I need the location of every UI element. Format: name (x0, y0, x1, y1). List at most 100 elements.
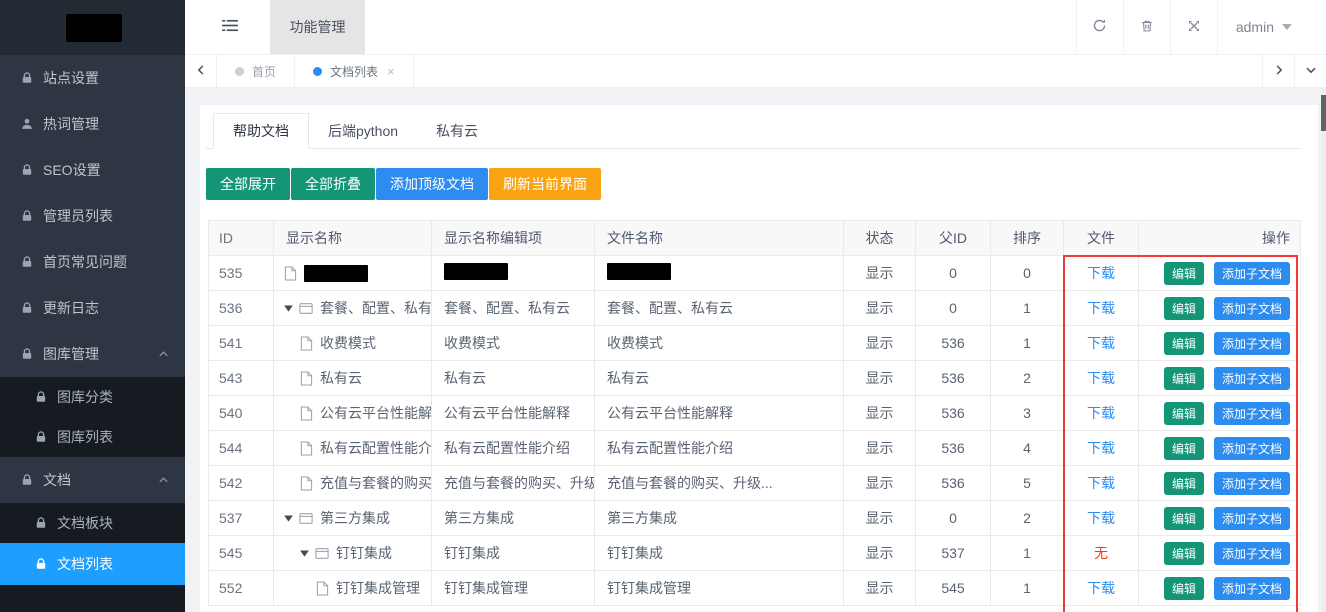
doc-icon (300, 371, 313, 386)
sidebar-nav: 站点设置热词管理 SEO设置管理员列表首页常见问题更新日志图库管理图库分类图库列表… (0, 55, 185, 612)
refresh-icon (1092, 18, 1107, 36)
collapse-all-button[interactable]: 全部折叠 (291, 168, 375, 200)
sidebar-item-label: SEO设置 (43, 160, 101, 180)
cell-id: 544 (209, 431, 274, 466)
add-child-doc-button[interactable]: 添加子文档 (1214, 437, 1290, 460)
add-child-doc-button[interactable]: 添加子文档 (1214, 402, 1290, 425)
edit-button[interactable]: 编辑 (1164, 437, 1204, 460)
collapse-sidebar-button[interactable] (185, 0, 270, 54)
download-link[interactable]: 下载 (1087, 475, 1115, 491)
tags-scroll-left-button[interactable] (185, 55, 217, 87)
add-child-doc-button[interactable]: 添加子文档 (1214, 297, 1290, 320)
collapse-toggle-icon[interactable] (284, 515, 293, 522)
add-child-doc-button[interactable]: 添加子文档 (1214, 472, 1290, 495)
download-link[interactable]: 下载 (1087, 580, 1115, 596)
edit-button[interactable]: 编辑 (1164, 402, 1204, 425)
add-child-doc-button[interactable]: 添加子文档 (1214, 332, 1290, 355)
sidebar-item-label: 图库分类 (57, 387, 113, 407)
add-child-doc-button[interactable]: 添加子文档 (1214, 367, 1290, 390)
sidebar-item-gallery-list[interactable]: 图库列表 (0, 417, 185, 457)
redacted-text (304, 265, 368, 282)
cell-actions: 编辑添加子文档 (1139, 571, 1301, 606)
edit-button[interactable]: 编辑 (1164, 507, 1204, 530)
sidebar-item-hot-words[interactable]: 热词管理 (0, 101, 185, 147)
add-top-doc-button[interactable]: 添加顶级文档 (376, 168, 488, 200)
sidebar-item-site-settings[interactable]: 站点设置 (0, 55, 185, 101)
edit-button[interactable]: 编辑 (1164, 297, 1204, 320)
add-child-doc-button[interactable]: 添加子文档 (1214, 262, 1290, 285)
collapse-toggle-icon[interactable] (300, 550, 309, 557)
sidebar-item-label: 文档列表 (57, 554, 113, 574)
sidebar-item-gallery[interactable]: 图库管理 (0, 331, 185, 377)
download-link[interactable]: 下载 (1087, 370, 1115, 386)
cell-parent-id: 536 (916, 361, 991, 396)
edit-button[interactable]: 编辑 (1164, 472, 1204, 495)
sidebar-item-gallery-category[interactable]: 图库分类 (0, 377, 185, 417)
cell-edit-name (432, 256, 595, 291)
sidebar-item-homepage-faq[interactable]: 首页常见问题 (0, 239, 185, 285)
cell-sort: 1 (991, 571, 1064, 606)
chevron-down-icon (1305, 63, 1317, 79)
download-link[interactable]: 下载 (1087, 405, 1115, 421)
edit-button[interactable]: 编辑 (1164, 367, 1204, 390)
content-tab-0[interactable]: 帮助文档 (213, 113, 309, 149)
cell-file: 下载 (1064, 501, 1139, 536)
sidebar-item-seo-settings[interactable]: SEO设置 (0, 147, 185, 193)
close-icon[interactable]: × (387, 64, 395, 79)
tags-scroll-right-button[interactable] (1262, 55, 1294, 87)
download-link[interactable]: 下载 (1087, 300, 1115, 316)
edit-button[interactable]: 编辑 (1164, 332, 1204, 355)
sidebar-item-docs[interactable]: 文档 (0, 457, 185, 503)
download-link[interactable]: 下载 (1087, 265, 1115, 281)
edit-button[interactable]: 编辑 (1164, 577, 1204, 600)
scrollbar-thumb[interactable] (1321, 95, 1326, 131)
expand-all-button[interactable]: 全部展开 (206, 168, 290, 200)
cell-status: 显示 (844, 501, 916, 536)
cell-actions: 编辑添加子文档 (1139, 536, 1301, 571)
tag-tab-0[interactable]: 首页 (217, 55, 295, 87)
cell-file-name: 公有云平台性能解释 (595, 396, 844, 431)
add-child-doc-button[interactable]: 添加子文档 (1214, 542, 1290, 565)
user-menu[interactable]: admin (1217, 0, 1326, 54)
download-link[interactable]: 下载 (1087, 440, 1115, 456)
doc-name: 第三方集成 (320, 508, 390, 528)
download-link[interactable]: 下载 (1087, 510, 1115, 526)
cell-id: 545 (209, 536, 274, 571)
add-child-doc-button[interactable]: 添加子文档 (1214, 507, 1290, 530)
fullscreen-button[interactable] (1170, 0, 1217, 54)
refresh-view-button[interactable]: 刷新当前界面 (489, 168, 601, 200)
edit-button[interactable]: 编辑 (1164, 542, 1204, 565)
tags-menu-button[interactable] (1294, 55, 1326, 87)
tag-tab-1[interactable]: 文档列表× (295, 55, 414, 87)
cell-file-name: 第三方集成 (595, 501, 844, 536)
tab-status-dot (235, 67, 244, 76)
cell-id: 543 (209, 361, 274, 396)
cell-parent-id: 0 (916, 256, 991, 291)
doc-icon (300, 476, 313, 491)
module-tab-feature-management[interactable]: 功能管理 (270, 0, 365, 54)
scrollbar-track[interactable] (1321, 88, 1326, 612)
clear-cache-button[interactable] (1123, 0, 1170, 54)
content-tab-1[interactable]: 后端python (309, 113, 417, 149)
document-table-wrap: ID显示名称显示名称编辑项文件名称状态父ID排序文件操作 535显示00下载编辑… (208, 220, 1300, 606)
add-child-doc-button[interactable]: 添加子文档 (1214, 577, 1290, 600)
user-icon (19, 117, 34, 132)
sidebar: 站点设置热词管理 SEO设置管理员列表首页常见问题更新日志图库管理图库分类图库列表… (0, 0, 185, 612)
sidebar-item-label: 热词管理 (43, 114, 99, 134)
sidebar-item-admin-list[interactable]: 管理员列表 (0, 193, 185, 239)
cell-file: 下载 (1064, 466, 1139, 501)
cell-display-name: 第三方集成 (274, 501, 432, 536)
download-link[interactable]: 下载 (1087, 335, 1115, 351)
tag-tab-label: 首页 (252, 63, 276, 80)
lock-icon (33, 516, 48, 531)
edit-button[interactable]: 编辑 (1164, 262, 1204, 285)
content-tab-2[interactable]: 私有云 (417, 113, 497, 149)
sidebar-item-doc-board[interactable]: 文档板块 (0, 503, 185, 543)
refresh-button[interactable] (1076, 0, 1123, 54)
sidebar-item-changelog[interactable]: 更新日志 (0, 285, 185, 331)
cell-file: 下载 (1064, 326, 1139, 361)
doc-name: 私有云配置性能介绍 (320, 438, 432, 458)
sidebar-item-doc-list[interactable]: 文档列表 (0, 543, 185, 585)
collapse-toggle-icon[interactable] (284, 305, 293, 312)
cell-file-name (595, 256, 844, 291)
